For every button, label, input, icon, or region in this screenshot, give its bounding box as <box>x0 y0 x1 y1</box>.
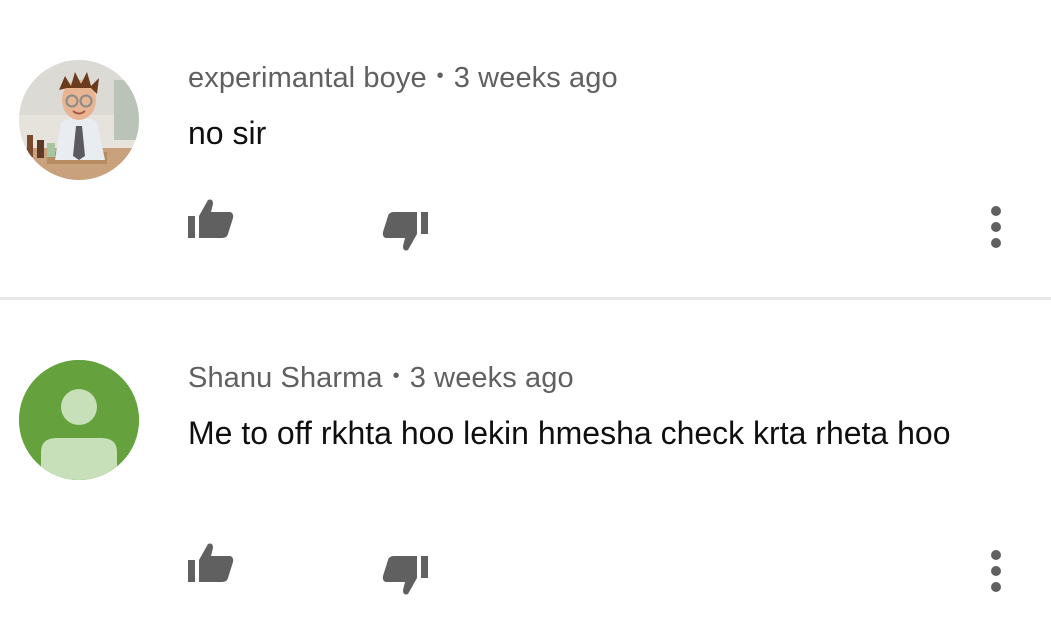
comment-item: Shanu Sharma • 3 weeks ago Me to off rkhta… <box>0 300 1051 634</box>
comment-timestamp[interactable]: 3 weeks ago <box>454 62 618 94</box>
avatar[interactable] <box>19 360 139 480</box>
default-user-icon <box>19 360 139 480</box>
boy-scientist-photo-icon <box>19 60 139 180</box>
comment-item: experimantal boye • 3 weeks ago no sir <box>0 0 1051 298</box>
comment-text: Me to off rkhta hoo lekin hmesha check k… <box>188 415 951 451</box>
more-options-button[interactable] <box>986 548 1006 599</box>
comment-meta: Shanu Sharma • 3 weeks ago <box>188 362 574 395</box>
more-vertical-icon <box>991 206 1001 248</box>
like-button[interactable] <box>186 196 236 247</box>
thumbs-down-icon <box>382 556 428 595</box>
comment-timestamp[interactable]: 3 weeks ago <box>410 362 574 394</box>
comment-text: no sir <box>188 115 267 151</box>
meta-separator: • <box>392 365 400 387</box>
dislike-button[interactable] <box>380 208 430 259</box>
more-options-button[interactable] <box>986 204 1006 255</box>
like-button[interactable] <box>186 540 236 591</box>
avatar[interactable] <box>19 60 139 180</box>
thumbs-down-icon <box>382 212 428 251</box>
more-vertical-icon <box>991 550 1001 592</box>
author-name[interactable]: Shanu Sharma <box>188 362 383 394</box>
comment-meta: experimantal boye • 3 weeks ago <box>188 62 618 95</box>
dislike-button[interactable] <box>380 552 430 603</box>
thumbs-up-icon <box>188 543 234 582</box>
thumbs-up-icon <box>188 199 234 238</box>
author-name[interactable]: experimantal boye <box>188 62 427 94</box>
meta-separator: • <box>436 65 444 87</box>
